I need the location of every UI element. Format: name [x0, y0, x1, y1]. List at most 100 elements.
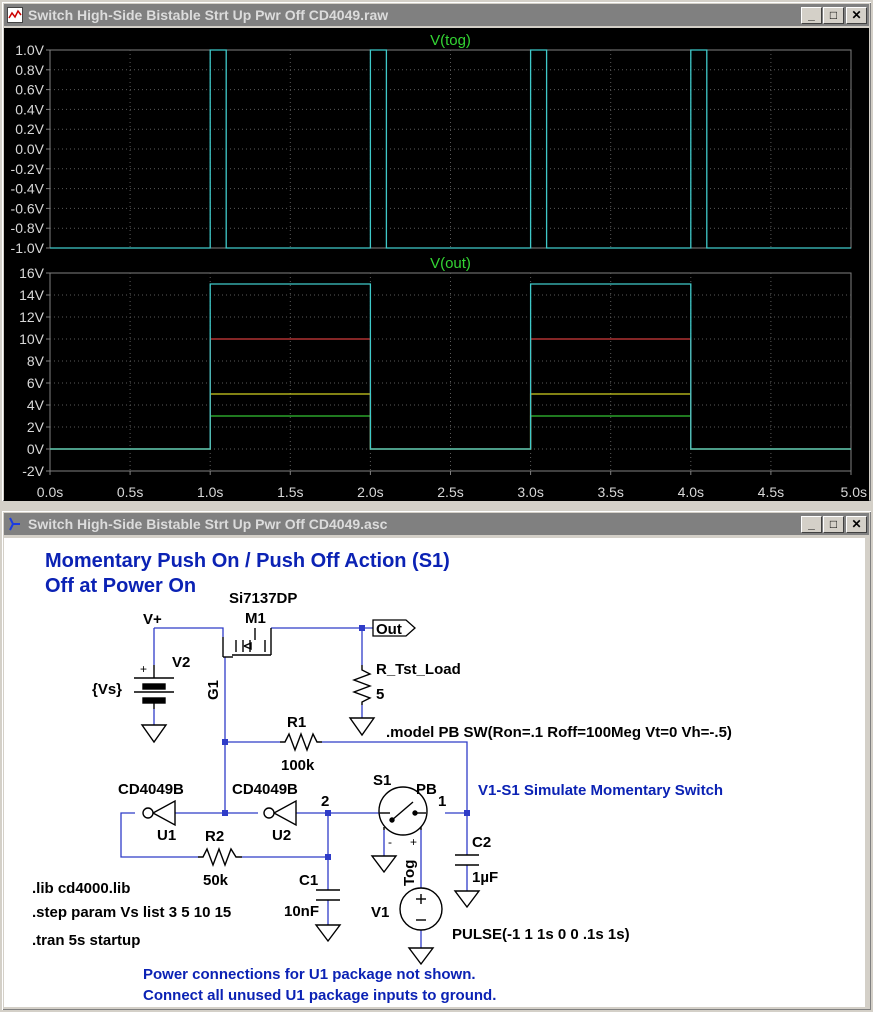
- step-directive: .step param Vs list 3 5 10 15: [32, 904, 231, 921]
- y-tick-label: -0.8V: [11, 220, 45, 236]
- schematic-window-title: Switch High-Side Bistable Strt Up Pwr Of…: [28, 516, 388, 532]
- r1-resistor[interactable]: [280, 732, 322, 752]
- s1-plus-label: +: [410, 835, 417, 849]
- plot-window-titlebar[interactable]: Switch High-Side Bistable Strt Up Pwr Of…: [4, 4, 869, 26]
- schematic-window-titlebar[interactable]: Switch High-Side Bistable Strt Up Pwr Of…: [4, 513, 869, 535]
- close-button[interactable]: ✕: [846, 516, 867, 533]
- y-tick-label: 1.0V: [15, 42, 44, 58]
- c1-name-label: C1: [299, 872, 318, 889]
- v1-name-label: V1: [371, 904, 389, 921]
- y-tick-label: 2V: [27, 419, 45, 435]
- y-tick-label: 6V: [27, 375, 45, 391]
- close-button[interactable]: ✕: [846, 7, 867, 24]
- r1-value-label: 100k: [281, 757, 315, 774]
- y-tick-label: 0.4V: [15, 101, 44, 117]
- tog-net-label: Tog: [401, 860, 418, 886]
- c1-value-label: 10nF: [284, 903, 319, 920]
- plot-window: Switch High-Side Bistable Strt Up Pwr Of…: [0, 0, 873, 503]
- y-tick-label: 0.0V: [15, 141, 44, 157]
- x-tick-label: 0.5s: [117, 484, 143, 500]
- x-tick-label: 5.0s: [841, 484, 867, 500]
- c2-capacitor[interactable]: [455, 854, 479, 866]
- r-tst-load-resistor[interactable]: [352, 665, 372, 705]
- y-tick-label: 14V: [19, 287, 45, 303]
- ground-symbols: [140, 717, 481, 966]
- node2-label: 2: [321, 793, 329, 810]
- c1-capacitor[interactable]: [316, 889, 340, 901]
- schematic-app-icon: [9, 517, 20, 531]
- schematic-canvas[interactable]: Momentary Push On / Push Off Action (S1)…: [4, 538, 865, 1007]
- x-tick-label: 1.5s: [277, 484, 303, 500]
- u2-name-label: U2: [272, 827, 291, 844]
- x-tick-label: 0.0s: [37, 484, 63, 500]
- model-directive: .model PB SW(Ron=.1 Roff=100Meg Vt=0 Vh=…: [386, 724, 732, 741]
- rload-name-label: R_Tst_Load: [376, 661, 461, 678]
- r1-name-label: R1: [287, 714, 306, 731]
- maximize-button[interactable]: □: [823, 7, 844, 24]
- schematic-title-line2: Off at Power On: [45, 575, 196, 597]
- minimize-button[interactable]: _: [801, 7, 822, 24]
- s1-minus-label: -: [388, 835, 392, 849]
- trace-title: V(tog): [430, 32, 471, 49]
- note-line2: Connect all unused U1 package inputs to …: [143, 987, 496, 1004]
- minimize-button[interactable]: _: [801, 516, 822, 533]
- waveform-svg: 1.0V 0.8V 0.6V 0.4V 0.2V 0.0V -0.2V -0.4V -0.6V -…: [11, 32, 867, 500]
- waveform-app-icon: [7, 7, 23, 23]
- y-tick-label: -2V: [22, 463, 44, 479]
- r2-name-label: R2: [205, 828, 224, 845]
- m1-model-label: Si7137DP: [229, 590, 297, 607]
- x-tick-label: 3.5s: [597, 484, 623, 500]
- v1-source-symbol[interactable]: [399, 887, 443, 931]
- trace-line: [50, 415, 851, 450]
- v2-value-label: {Vs}: [92, 681, 122, 698]
- y-tick-label: -1.0V: [11, 240, 45, 256]
- y-tick-label: 8V: [27, 353, 45, 369]
- s1-name-label: S1: [373, 772, 391, 789]
- y-tick-label: 0.6V: [15, 82, 44, 98]
- waveform-plot-area[interactable]: 1.0V 0.8V 0.6V 0.4V 0.2V 0.0V -0.2V -0.4V -0.6V -…: [4, 28, 869, 501]
- u1-model-label: CD4049B: [118, 781, 184, 798]
- y-tick-label: 0.2V: [15, 121, 44, 137]
- r2-value-label: 50k: [203, 872, 229, 889]
- s1-model-label: PB: [416, 781, 437, 798]
- v1-value-label: PULSE(-1 1 1s 0 0 .1s 1s): [452, 926, 630, 943]
- y-tick-label: 0V: [27, 441, 45, 457]
- lib-directive: .lib cd4000.lib: [32, 880, 130, 897]
- node1-label: 1: [438, 793, 446, 810]
- g1-net-label: G1: [205, 680, 222, 700]
- vplus-label: V+: [143, 611, 162, 628]
- u2-model-label: CD4049B: [232, 781, 298, 798]
- y-tick-label: 10V: [19, 331, 45, 347]
- v2-plus-label: +: [140, 662, 147, 676]
- u2-inverter-symbol[interactable]: [263, 799, 297, 827]
- m1-name-label: M1: [245, 610, 266, 627]
- r2-resistor[interactable]: [198, 847, 242, 867]
- x-tick-label: 3.0s: [517, 484, 543, 500]
- x-tick-label: 2.5s: [437, 484, 463, 500]
- y-tick-label: -0.6V: [11, 200, 45, 216]
- c2-value-label: 1µF: [472, 869, 498, 886]
- schematic-svg: Momentary Push On / Push Off Action (S1)…: [32, 550, 732, 1004]
- schematic-labels: Momentary Push On / Push Off Action (S1)…: [32, 550, 732, 1004]
- note-line1: Power connections for U1 package not sho…: [143, 966, 476, 983]
- y-tick-label: 12V: [19, 309, 45, 325]
- y-tick-label: -0.4V: [11, 181, 45, 197]
- tran-directive: .tran 5s startup: [32, 932, 140, 949]
- y-tick-label: 16V: [19, 265, 45, 281]
- rload-value-label: 5: [376, 686, 384, 703]
- u1-inverter-symbol[interactable]: [142, 799, 176, 827]
- x-tick-label: 4.5s: [758, 484, 784, 500]
- x-tick-label: 1.0s: [197, 484, 223, 500]
- c2-name-label: C2: [472, 834, 491, 851]
- x-tick-label: 2.0s: [357, 484, 383, 500]
- maximize-button[interactable]: □: [823, 516, 844, 533]
- u1-name-label: U1: [157, 827, 176, 844]
- x-tick-label: 4.0s: [678, 484, 704, 500]
- plot-window-title: Switch High-Side Bistable Strt Up Pwr Of…: [28, 7, 389, 23]
- y-tick-label: -0.2V: [11, 161, 45, 177]
- sim-note: V1-S1 Simulate Momentary Switch: [478, 782, 723, 799]
- trace-line: [50, 283, 851, 450]
- trace-title: V(out): [430, 255, 471, 272]
- y-tick-label: 4V: [27, 397, 45, 413]
- m1-mosfet-symbol[interactable]: [222, 628, 272, 658]
